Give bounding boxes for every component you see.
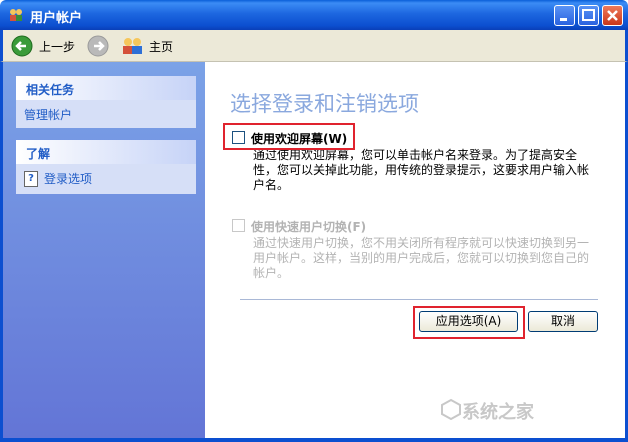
window-frame-bottom (0, 438, 628, 442)
help-icon: ? (24, 170, 38, 187)
forward-arrow-icon[interactable] (87, 35, 109, 57)
fast-user-switching-checkbox (232, 219, 245, 232)
sidebar-item-label[interactable]: 登录选项 (44, 170, 92, 187)
related-tasks-heading: 相关任务 (16, 76, 196, 100)
maximize-button[interactable] (578, 5, 599, 26)
watermark: 系统之家 (462, 402, 534, 423)
home-users-icon[interactable] (121, 36, 145, 56)
window-title: 用户帐户 (30, 11, 83, 26)
highlight-box-apply (413, 306, 525, 339)
close-button[interactable] (602, 5, 623, 26)
highlight-box-welcome (223, 123, 355, 150)
back-button-label[interactable]: 上一步 (39, 38, 75, 55)
page-title: 选择登录和注销选项 (230, 92, 419, 116)
title-bar[interactable]: 用户帐户 (0, 0, 628, 30)
learn-panel: 了解 ? 登录选项 (16, 140, 196, 194)
back-arrow-icon[interactable] (11, 35, 33, 57)
sidebar-item-manage-accounts[interactable]: 管理帐户 (24, 106, 188, 123)
users-icon (10, 9, 22, 21)
watermark-logo-icon (441, 398, 461, 420)
maximize-icon (582, 9, 595, 21)
sidebar: 相关任务 管理帐户 了解 ? 登录选项 (3, 62, 205, 438)
learn-heading: 了解 (16, 140, 196, 164)
close-icon (607, 10, 618, 21)
home-button-label[interactable]: 主页 (149, 38, 173, 55)
cancel-button[interactable]: 取消 (528, 311, 598, 332)
sidebar-item-logon-options[interactable]: ? 登录选项 (24, 170, 188, 187)
fast-user-switching-description: 通过快速用户切换，您不用关闭所有程序就可以快速切换到另一用户帐户。这样，当别的用… (253, 236, 590, 280)
welcome-screen-description: 通过使用欢迎屏幕，您可以单击帐户名来登录。为了提高安全性，您可以关掉此功能，用传… (253, 148, 590, 192)
minimize-icon (560, 18, 567, 21)
toolbar: 上一步 主页 (0, 30, 628, 62)
minimize-button[interactable] (554, 5, 575, 26)
related-tasks-panel: 相关任务 管理帐户 (16, 76, 196, 128)
separator (240, 299, 598, 300)
fast-user-switching-label: 使用快速用户切换(F) (251, 220, 367, 234)
